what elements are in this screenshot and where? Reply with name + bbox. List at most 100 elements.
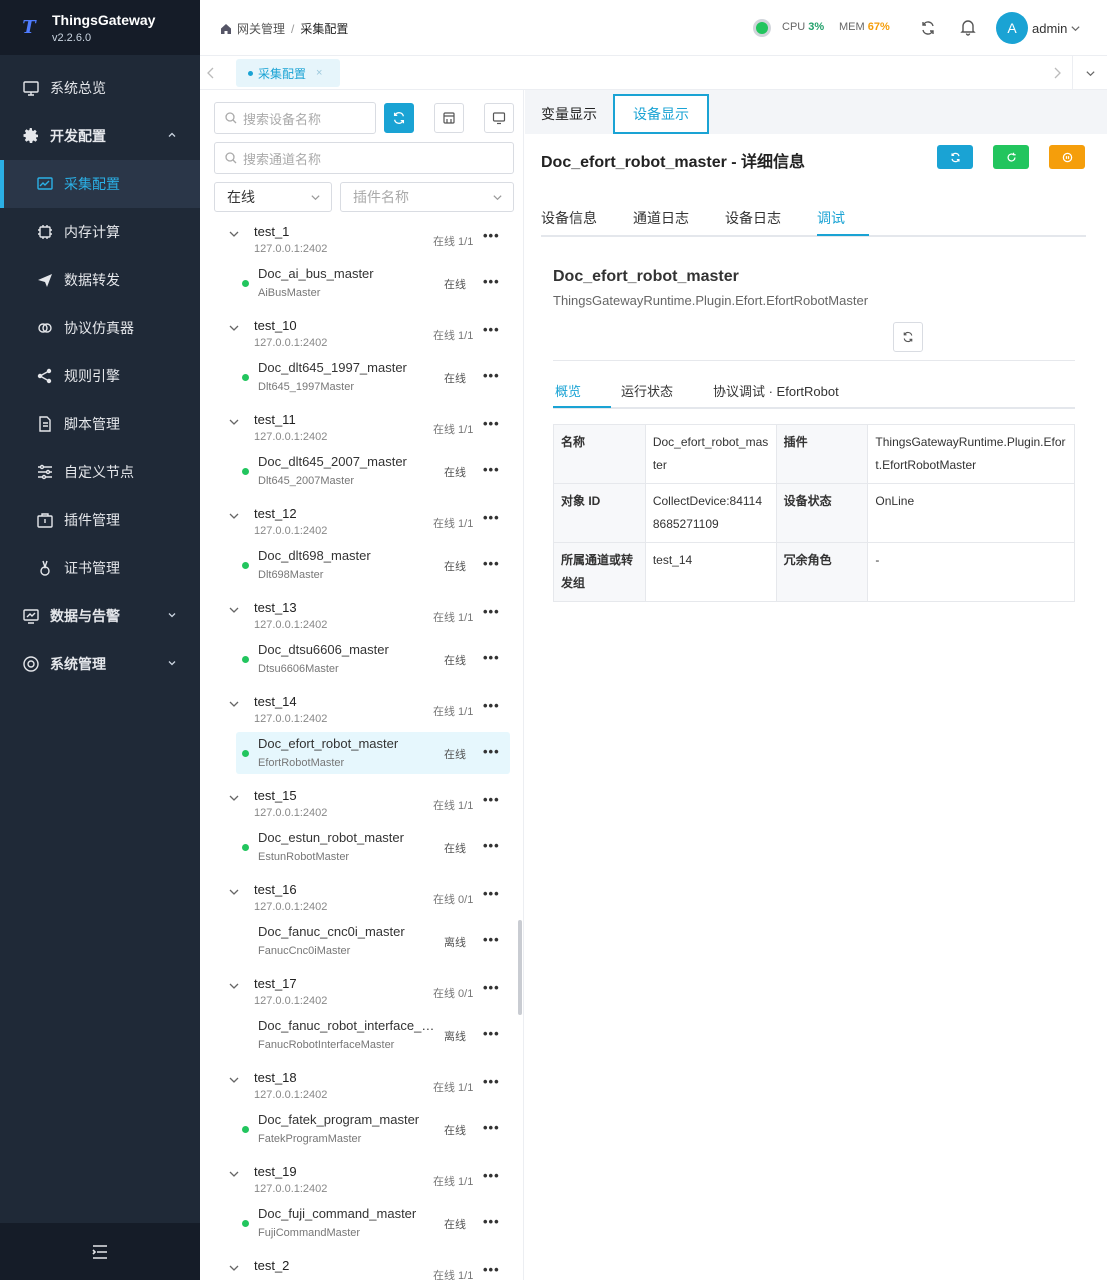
device-view-button[interactable]	[484, 103, 514, 133]
nav-plugin-mgmt[interactable]: 插件管理	[0, 496, 200, 544]
device-item[interactable]: Doc_fanuc_cnc0i_master FanucCnc0iMaster 离线…	[236, 920, 510, 962]
more-icon[interactable]: •••	[483, 932, 500, 947]
tab-debug[interactable]: 调试	[817, 208, 845, 228]
chevron-down-icon[interactable]	[228, 1262, 240, 1274]
more-icon[interactable]: •••	[483, 1120, 500, 1135]
more-icon[interactable]: •••	[483, 416, 500, 431]
plugin-select[interactable]: 插件名称	[340, 182, 514, 212]
channel-group[interactable]: test_11 127.0.0.1:2402 在线 1/1 •••	[200, 408, 518, 448]
nav-collect-config[interactable]: 采集配置	[0, 160, 200, 208]
more-icon[interactable]: •••	[483, 604, 500, 619]
channel-group[interactable]: test_14 127.0.0.1:2402 在线 1/1 •••	[200, 690, 518, 730]
close-icon[interactable]: ×	[316, 67, 322, 79]
more-icon[interactable]: •••	[483, 368, 500, 383]
restart-button[interactable]	[993, 145, 1029, 169]
device-item[interactable]: Doc_ai_bus_master AiBusMaster 在线 •••	[236, 262, 510, 304]
avatar[interactable]: A	[996, 12, 1028, 44]
tab-channel-log[interactable]: 通道日志	[633, 208, 689, 228]
nav-dev-config[interactable]: 开发配置	[0, 112, 200, 160]
tab-device-view[interactable]: 设备显示	[613, 94, 709, 134]
nav-custom-node[interactable]: 自定义节点	[0, 448, 200, 496]
channel-group[interactable]: test_19 127.0.0.1:2402 在线 1/1 •••	[200, 1160, 518, 1200]
channel-group[interactable]: test_10 127.0.0.1:2402 在线 1/1 •••	[200, 314, 518, 354]
more-icon[interactable]: •••	[483, 274, 500, 289]
chevron-down-icon[interactable]	[228, 322, 240, 334]
channel-group[interactable]: test_13 127.0.0.1:2402 在线 1/1 •••	[200, 596, 518, 636]
more-icon[interactable]: •••	[483, 228, 500, 243]
username[interactable]: admin	[1032, 21, 1067, 36]
more-icon[interactable]: •••	[483, 510, 500, 525]
device-item[interactable]: Doc_fuji_command_master FujiCommandMaster…	[236, 1202, 510, 1244]
pause-button[interactable]	[1049, 145, 1085, 169]
channel-group[interactable]: test_18 127.0.0.1:2402 在线 1/1 •••	[200, 1066, 518, 1106]
scrollbar[interactable]	[518, 920, 522, 1015]
device-item[interactable]: Doc_dlt645_1997_master Dlt645_1997Master 在…	[236, 356, 510, 398]
channel-group[interactable]: test_16 127.0.0.1:2402 在线 0/1 •••	[200, 878, 518, 918]
chevron-down-icon[interactable]	[228, 698, 240, 710]
chevron-down-icon[interactable]	[228, 792, 240, 804]
bell-icon[interactable]	[959, 18, 977, 36]
nav-data-alarm[interactable]: 数据与告警	[0, 592, 200, 640]
device-item[interactable]: Doc_fatek_program_master FatekProgramMast…	[236, 1108, 510, 1150]
reload-button[interactable]	[893, 322, 923, 352]
channel-group[interactable]: test_17 127.0.0.1:2402 在线 0/1 •••	[200, 972, 518, 1012]
channel-group[interactable]: test_15 127.0.0.1:2402 在线 1/1 •••	[200, 784, 518, 824]
chevron-down-icon[interactable]	[228, 510, 240, 522]
refresh-button[interactable]	[937, 145, 973, 169]
more-icon[interactable]: •••	[483, 322, 500, 337]
chevron-down-icon[interactable]	[228, 980, 240, 992]
tab-menu[interactable]	[1072, 56, 1107, 89]
nav-sys-mgmt[interactable]: 系统管理	[0, 640, 200, 688]
more-icon[interactable]: •••	[483, 1168, 500, 1183]
chevron-down-icon[interactable]	[228, 1168, 240, 1180]
channel-view-button[interactable]	[434, 103, 464, 133]
more-icon[interactable]: •••	[483, 556, 500, 571]
chevron-down-icon[interactable]	[1070, 23, 1081, 34]
device-item[interactable]: Doc_dlt645_2007_master Dlt645_2007Master 在…	[236, 450, 510, 492]
more-icon[interactable]: •••	[483, 886, 500, 901]
channel-search-input[interactable]: 搜索通道名称	[214, 142, 514, 174]
chevron-down-icon[interactable]	[228, 886, 240, 898]
more-icon[interactable]: •••	[483, 698, 500, 713]
device-search-input[interactable]: 搜索设备名称	[214, 102, 376, 134]
more-icon[interactable]: •••	[483, 980, 500, 995]
more-icon[interactable]: •••	[483, 1026, 500, 1041]
device-item[interactable]: Doc_dtsu6606_master Dtsu6606Master 在线 •••	[236, 638, 510, 680]
tab-run-status[interactable]: 运行状态	[621, 381, 673, 400]
more-icon[interactable]: •••	[483, 744, 500, 759]
channel-group[interactable]: test_1 127.0.0.1:2402 在线 1/1 •••	[200, 220, 518, 260]
tab-overview[interactable]: 概览	[555, 381, 581, 400]
device-item[interactable]: Doc_fanuc_robot_interface_m... FanucRobot…	[236, 1014, 510, 1056]
nav-protocol-sim[interactable]: 协议仿真器	[0, 304, 200, 352]
more-icon[interactable]: •••	[483, 650, 500, 665]
device-item[interactable]: Doc_dlt698_master Dlt698Master 在线 •••	[236, 544, 510, 586]
collapse-sidebar-button[interactable]	[0, 1223, 200, 1280]
more-icon[interactable]: •••	[483, 1214, 500, 1229]
refresh-tree-button[interactable]	[384, 103, 414, 133]
nav-memory-calc[interactable]: 内存计算	[0, 208, 200, 256]
breadcrumb-root[interactable]: 网关管理	[237, 20, 285, 37]
nav-overview[interactable]: 系统总览	[0, 64, 200, 112]
tab-variable-view[interactable]: 变量显示	[541, 94, 597, 134]
refresh-icon[interactable]	[920, 20, 936, 36]
nav-rule-engine[interactable]: 规则引擎	[0, 352, 200, 400]
more-icon[interactable]: •••	[483, 462, 500, 477]
chevron-right-icon[interactable]	[1052, 67, 1062, 79]
tab-collect-config[interactable]: 采集配置 ×	[236, 59, 340, 87]
tab-device-info[interactable]: 设备信息	[541, 208, 597, 228]
device-item[interactable]: Doc_estun_robot_master EstunRobotMaster 在线…	[236, 826, 510, 868]
status-select[interactable]: 在线	[214, 182, 332, 212]
device-item[interactable]: Doc_efort_robot_master EfortRobotMaster 在线…	[236, 732, 510, 774]
more-icon[interactable]: •••	[483, 838, 500, 853]
nav-cert-mgmt[interactable]: 证书管理	[0, 544, 200, 592]
more-icon[interactable]: •••	[483, 792, 500, 807]
chevron-down-icon[interactable]	[228, 1074, 240, 1086]
chevron-down-icon[interactable]	[228, 416, 240, 428]
more-icon[interactable]: •••	[483, 1262, 500, 1277]
channel-group[interactable]: test_12 127.0.0.1:2402 在线 1/1 •••	[200, 502, 518, 542]
channel-group[interactable]: test_2 在线 1/1 •••	[200, 1254, 518, 1280]
nav-script-mgmt[interactable]: 脚本管理	[0, 400, 200, 448]
chevron-left-icon[interactable]	[206, 67, 216, 79]
nav-data-forward[interactable]: 数据转发	[0, 256, 200, 304]
tab-protocol-debug[interactable]: 协议调试 · EfortRobot	[713, 381, 839, 400]
